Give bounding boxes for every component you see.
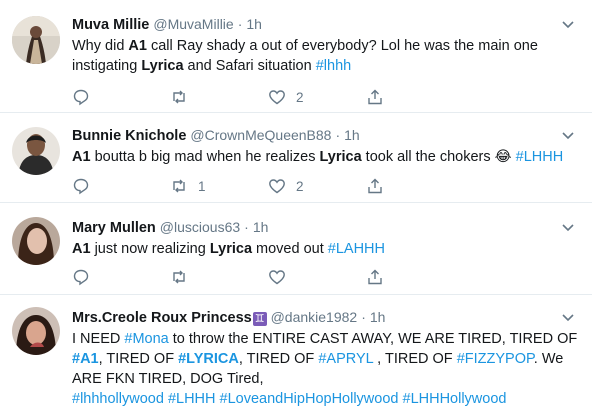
avatar[interactable]: [12, 307, 60, 355]
hashtag[interactable]: #lhhhollywood: [72, 391, 164, 407]
retweet-button[interactable]: [170, 266, 198, 288]
share-button[interactable]: [366, 266, 384, 288]
reply-icon: [73, 269, 89, 286]
hashtag[interactable]: #APRYL: [318, 351, 373, 367]
hashtag[interactable]: #LHHH: [168, 391, 216, 407]
hashtag[interactable]: #LAHHH: [328, 241, 385, 257]
avatar[interactable]: [12, 217, 60, 265]
timestamp[interactable]: 1h: [253, 217, 269, 237]
like-button[interactable]: [268, 266, 296, 288]
separator-dot: ·: [361, 309, 366, 325]
tweet[interactable]: Muva Millie @MuvaMillie · 1h Why did A1 …: [0, 0, 592, 113]
reply-button[interactable]: [72, 266, 100, 288]
tweet[interactable]: Mary Mullen @luscious63 · 1h A1 just now…: [0, 203, 592, 295]
timestamp[interactable]: 1h: [344, 125, 360, 145]
tweet-actions: [72, 266, 392, 288]
timestamp[interactable]: 1h: [246, 14, 262, 34]
author-name[interactable]: Bunnie Knichole: [72, 126, 186, 146]
reply-icon: [73, 89, 89, 106]
avatar[interactable]: [12, 16, 60, 64]
tweet-text: A1 just now realizing Lyrica moved out #…: [72, 241, 385, 257]
author-handle[interactable]: @CrownMeQueenB88: [190, 125, 331, 145]
retweet-icon: [173, 270, 185, 284]
hashtag[interactable]: #A1: [72, 351, 99, 367]
tweet-feed: Muva Millie @MuvaMillie · 1h Why did A1 …: [0, 0, 592, 413]
share-icon: [368, 269, 382, 285]
tweet-text: I NEED #Mona to throw the ENTIRE CAST AW…: [72, 331, 578, 407]
separator-dot: ·: [237, 16, 243, 32]
hashtag[interactable]: #lhhh: [316, 58, 351, 74]
emoji: 😂: [494, 149, 512, 165]
retweet-button[interactable]: [170, 86, 198, 108]
hashtag[interactable]: #LHHHollywood: [403, 391, 507, 407]
retweet-button[interactable]: 1: [170, 175, 206, 197]
chevron-down-icon[interactable]: [560, 127, 576, 143]
share-icon: [368, 89, 382, 105]
like-icon: [269, 90, 285, 105]
chevron-down-icon[interactable]: [560, 309, 576, 325]
share-button[interactable]: [366, 175, 384, 197]
avatar[interactable]: [12, 127, 60, 175]
author-name[interactable]: Muva Millie: [72, 15, 149, 35]
author-handle[interactable]: @luscious63: [160, 217, 240, 237]
like-button[interactable]: 2: [268, 175, 304, 197]
like-icon: [269, 270, 285, 285]
reply-button[interactable]: [72, 86, 100, 108]
share-button[interactable]: [366, 86, 384, 108]
share-icon: [368, 178, 382, 194]
timestamp[interactable]: 1h: [370, 307, 386, 327]
like-icon: [269, 179, 285, 194]
hashtag[interactable]: #Mona: [124, 331, 168, 347]
gemini-symbol: ♊: [252, 312, 267, 326]
tweet[interactable]: Mrs.Creole Roux Princess ♊ @dankie1982 · …: [0, 295, 592, 413]
tweet-text: Why did A1 call Ray shady a out of every…: [72, 38, 538, 74]
chevron-down-icon[interactable]: [560, 16, 576, 32]
tweet[interactable]: Bunnie Knichole @CrownMeQueenB88 · 1h A1…: [0, 113, 592, 203]
hashtag[interactable]: #LYRICA: [178, 351, 239, 367]
author-handle[interactable]: @MuvaMillie: [153, 14, 233, 34]
hashtag[interactable]: #LoveandHipHopHollywood: [220, 391, 399, 407]
separator-dot: ·: [335, 127, 341, 143]
like-button[interactable]: 2: [268, 86, 304, 108]
chevron-down-icon[interactable]: [560, 219, 576, 235]
retweet-icon: [173, 90, 185, 104]
author-name[interactable]: Mary Mullen: [72, 218, 156, 238]
tweet-actions: 2: [72, 86, 392, 108]
separator-dot: ·: [244, 219, 249, 235]
retweet-icon: [173, 179, 185, 193]
tweet-actions: 1 2: [72, 175, 392, 197]
author-handle[interactable]: @dankie1982: [271, 307, 358, 327]
hashtag[interactable]: #FIZZYPOP: [457, 351, 534, 367]
hashtag[interactable]: #LHHH: [516, 149, 564, 165]
tweet-text: A1 boutta b big mad when he realizes Lyr…: [72, 149, 564, 165]
reply-button[interactable]: [72, 175, 100, 197]
reply-icon: [73, 178, 89, 195]
author-name[interactable]: Mrs.Creole Roux Princess: [72, 308, 252, 328]
